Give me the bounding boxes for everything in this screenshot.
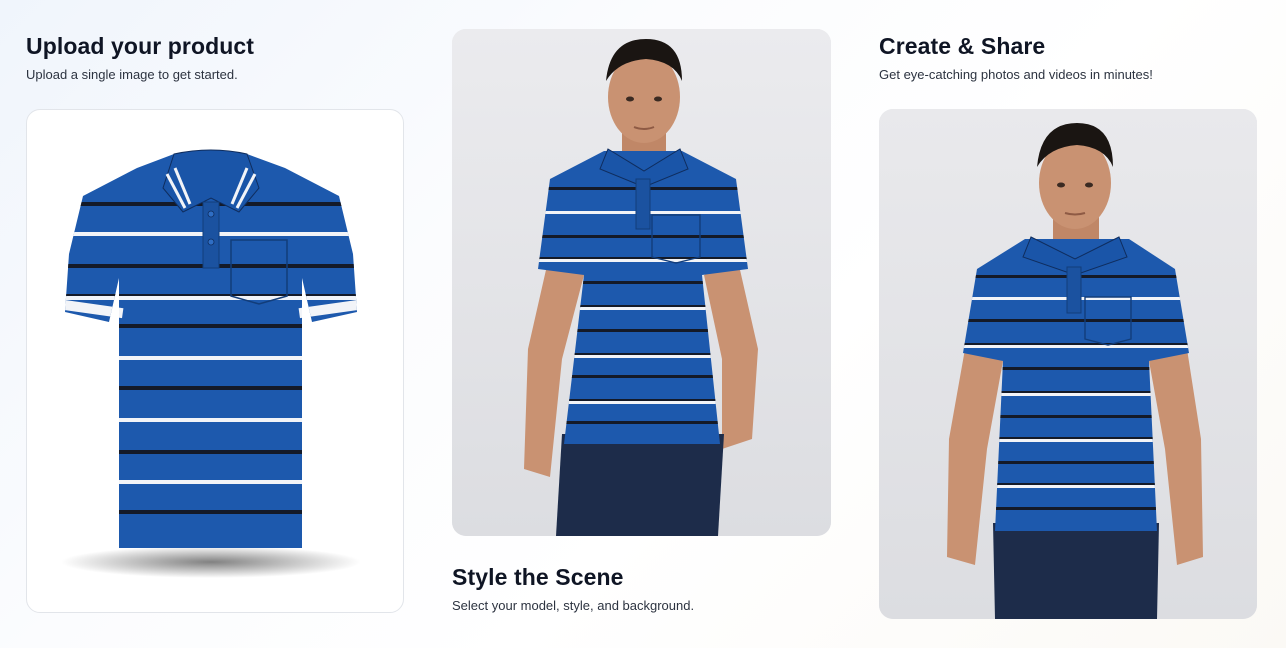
style-step-subtitle: Select your model, style, and background…: [452, 598, 695, 613]
share-step-subtitle: Get eye-catching photos and videos in mi…: [879, 67, 1153, 82]
style-scene-card[interactable]: [452, 29, 831, 536]
share-step-title: Create & Share: [879, 33, 1046, 59]
model-wearing-polo-image: [452, 29, 831, 536]
upload-step-title: Upload your product: [26, 33, 255, 59]
upload-step-subtitle: Upload a single image to get started.: [26, 67, 238, 82]
create-share-card[interactable]: [879, 109, 1257, 619]
upload-product-card[interactable]: [26, 109, 404, 613]
model-front-view-image: [879, 109, 1257, 619]
style-step-title: Style the Scene: [452, 564, 624, 590]
polo-shirt-product-image: [61, 149, 361, 578]
